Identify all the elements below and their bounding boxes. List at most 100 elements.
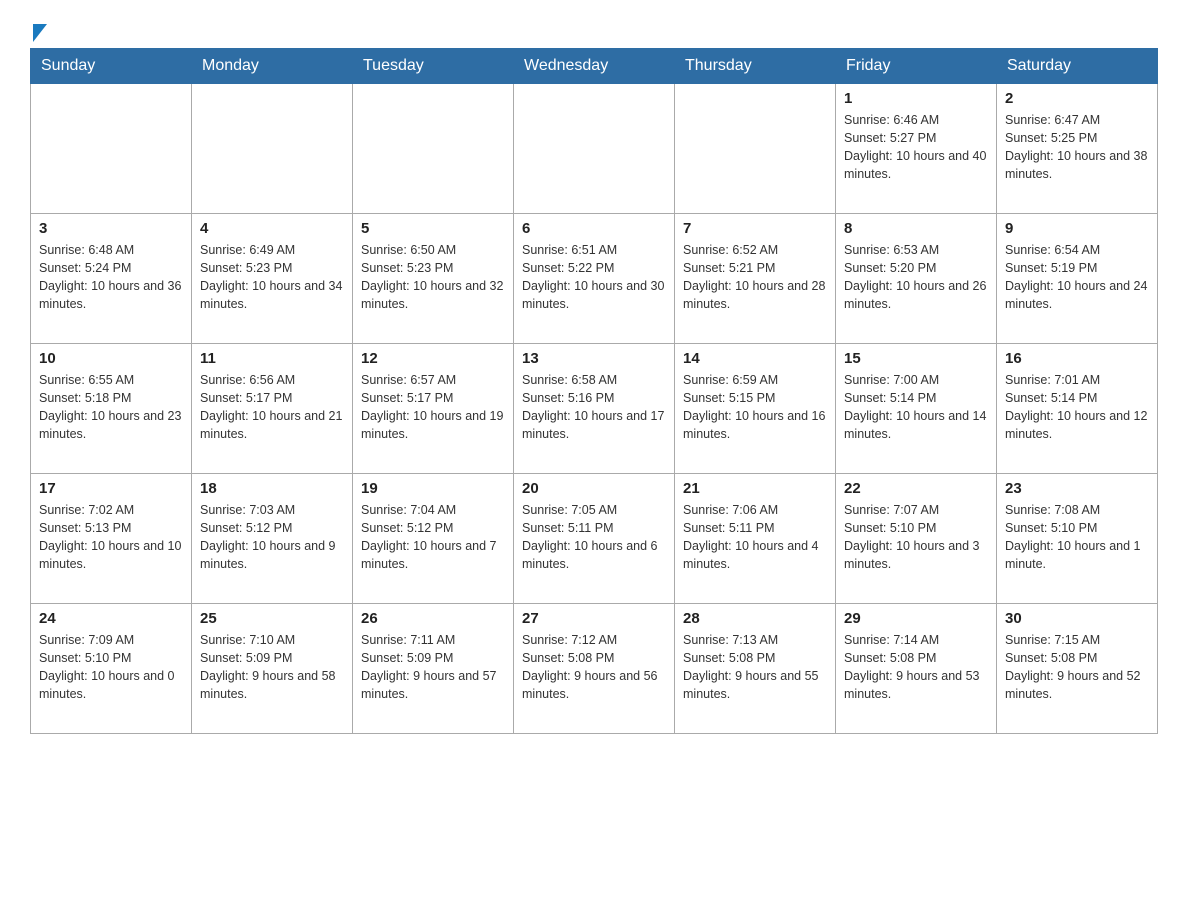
day-number: 23 bbox=[1005, 480, 1149, 497]
calendar-cell: 5 Sunrise: 6:50 AM Sunset: 5:23 PM Daylig… bbox=[353, 214, 514, 344]
weekday-header-monday: Monday bbox=[192, 49, 353, 84]
day-info: Sunrise: 6:57 AM Sunset: 5:17 PM Dayligh… bbox=[361, 371, 505, 444]
day-info: Sunrise: 7:10 AM Sunset: 5:09 PM Dayligh… bbox=[200, 631, 344, 704]
day-number: 5 bbox=[361, 220, 505, 237]
calendar-cell bbox=[514, 84, 675, 214]
day-number: 12 bbox=[361, 350, 505, 367]
day-number: 27 bbox=[522, 610, 666, 627]
day-info: Sunrise: 7:11 AM Sunset: 5:09 PM Dayligh… bbox=[361, 631, 505, 704]
day-number: 30 bbox=[1005, 610, 1149, 627]
day-number: 8 bbox=[844, 220, 988, 237]
day-number: 22 bbox=[844, 480, 988, 497]
calendar-cell: 28 Sunrise: 7:13 AM Sunset: 5:08 PM Dayli… bbox=[675, 604, 836, 734]
calendar-week-row: 10 Sunrise: 6:55 AM Sunset: 5:18 PM Dayli… bbox=[31, 344, 1158, 474]
day-number: 29 bbox=[844, 610, 988, 627]
calendar-cell: 14Sunrise: 6:59 AM Sunset: 5:15 PM Dayli… bbox=[675, 344, 836, 474]
day-info: Sunrise: 7:14 AM Sunset: 5:08 PM Dayligh… bbox=[844, 631, 988, 704]
day-number: 25 bbox=[200, 610, 344, 627]
day-number: 4 bbox=[200, 220, 344, 237]
weekday-header-wednesday: Wednesday bbox=[514, 49, 675, 84]
weekday-header-row: SundayMondayTuesdayWednesdayThursdayFrid… bbox=[31, 49, 1158, 84]
calendar-table: SundayMondayTuesdayWednesdayThursdayFrid… bbox=[30, 48, 1158, 734]
day-info: Sunrise: 6:46 AM Sunset: 5:27 PM Dayligh… bbox=[844, 111, 988, 184]
day-info: Sunrise: 7:01 AM Sunset: 5:14 PM Dayligh… bbox=[1005, 371, 1149, 444]
day-number: 15 bbox=[844, 350, 988, 367]
calendar-cell: 7 Sunrise: 6:52 AM Sunset: 5:21 PM Daylig… bbox=[675, 214, 836, 344]
day-number: 1 bbox=[844, 90, 988, 107]
calendar-cell: 6 Sunrise: 6:51 AM Sunset: 5:22 PM Daylig… bbox=[514, 214, 675, 344]
logo bbox=[30, 20, 58, 38]
day-info: Sunrise: 6:52 AM Sunset: 5:21 PM Dayligh… bbox=[683, 241, 827, 314]
calendar-cell: 29 Sunrise: 7:14 AM Sunset: 5:08 PM Dayli… bbox=[836, 604, 997, 734]
day-info: Sunrise: 6:51 AM Sunset: 5:22 PM Dayligh… bbox=[522, 241, 666, 314]
calendar-cell: 27Sunrise: 7:12 AM Sunset: 5:08 PM Dayli… bbox=[514, 604, 675, 734]
calendar-cell: 30 Sunrise: 7:15 AM Sunset: 5:08 PM Dayli… bbox=[997, 604, 1158, 734]
calendar-cell: 20Sunrise: 7:05 AM Sunset: 5:11 PM Dayli… bbox=[514, 474, 675, 604]
day-number: 26 bbox=[361, 610, 505, 627]
day-info: Sunrise: 6:59 AM Sunset: 5:15 PM Dayligh… bbox=[683, 371, 827, 444]
day-number: 21 bbox=[683, 480, 827, 497]
day-info: Sunrise: 7:02 AM Sunset: 5:13 PM Dayligh… bbox=[39, 501, 183, 574]
day-info: Sunrise: 6:56 AM Sunset: 5:17 PM Dayligh… bbox=[200, 371, 344, 444]
day-number: 16 bbox=[1005, 350, 1149, 367]
day-info: Sunrise: 7:00 AM Sunset: 5:14 PM Dayligh… bbox=[844, 371, 988, 444]
calendar-cell: 23 Sunrise: 7:08 AM Sunset: 5:10 PM Dayli… bbox=[997, 474, 1158, 604]
day-info: Sunrise: 7:15 AM Sunset: 5:08 PM Dayligh… bbox=[1005, 631, 1149, 704]
day-number: 6 bbox=[522, 220, 666, 237]
calendar-week-row: 1 Sunrise: 6:46 AM Sunset: 5:27 PM Daylig… bbox=[31, 84, 1158, 214]
day-number: 7 bbox=[683, 220, 827, 237]
calendar-cell: 1 Sunrise: 6:46 AM Sunset: 5:27 PM Daylig… bbox=[836, 84, 997, 214]
calendar-cell: 8Sunrise: 6:53 AM Sunset: 5:20 PM Daylig… bbox=[836, 214, 997, 344]
calendar-cell: 11 Sunrise: 6:56 AM Sunset: 5:17 PM Dayli… bbox=[192, 344, 353, 474]
calendar-cell: 25 Sunrise: 7:10 AM Sunset: 5:09 PM Dayli… bbox=[192, 604, 353, 734]
day-info: Sunrise: 6:58 AM Sunset: 5:16 PM Dayligh… bbox=[522, 371, 666, 444]
calendar-cell: 19Sunrise: 7:04 AM Sunset: 5:12 PM Dayli… bbox=[353, 474, 514, 604]
day-number: 10 bbox=[39, 350, 183, 367]
day-info: Sunrise: 6:48 AM Sunset: 5:24 PM Dayligh… bbox=[39, 241, 183, 314]
day-info: Sunrise: 7:13 AM Sunset: 5:08 PM Dayligh… bbox=[683, 631, 827, 704]
day-info: Sunrise: 6:47 AM Sunset: 5:25 PM Dayligh… bbox=[1005, 111, 1149, 184]
day-info: Sunrise: 7:09 AM Sunset: 5:10 PM Dayligh… bbox=[39, 631, 183, 704]
logo-triangle-icon bbox=[33, 24, 47, 42]
calendar-cell: 15 Sunrise: 7:00 AM Sunset: 5:14 PM Dayli… bbox=[836, 344, 997, 474]
day-info: Sunrise: 6:50 AM Sunset: 5:23 PM Dayligh… bbox=[361, 241, 505, 314]
day-number: 11 bbox=[200, 350, 344, 367]
calendar-cell: 9 Sunrise: 6:54 AM Sunset: 5:19 PM Daylig… bbox=[997, 214, 1158, 344]
calendar-cell: 16 Sunrise: 7:01 AM Sunset: 5:14 PM Dayli… bbox=[997, 344, 1158, 474]
calendar-cell: 3Sunrise: 6:48 AM Sunset: 5:24 PM Daylig… bbox=[31, 214, 192, 344]
day-number: 19 bbox=[361, 480, 505, 497]
calendar-cell: 2 Sunrise: 6:47 AM Sunset: 5:25 PM Daylig… bbox=[997, 84, 1158, 214]
weekday-header-friday: Friday bbox=[836, 49, 997, 84]
calendar-cell: 10 Sunrise: 6:55 AM Sunset: 5:18 PM Dayli… bbox=[31, 344, 192, 474]
calendar-week-row: 17 Sunrise: 7:02 AM Sunset: 5:13 PM Dayli… bbox=[31, 474, 1158, 604]
weekday-header-saturday: Saturday bbox=[997, 49, 1158, 84]
calendar-cell: 26 Sunrise: 7:11 AM Sunset: 5:09 PM Dayli… bbox=[353, 604, 514, 734]
calendar-cell bbox=[192, 84, 353, 214]
calendar-cell: 18Sunrise: 7:03 AM Sunset: 5:12 PM Dayli… bbox=[192, 474, 353, 604]
weekday-header-thursday: Thursday bbox=[675, 49, 836, 84]
calendar-cell bbox=[675, 84, 836, 214]
day-number: 24 bbox=[39, 610, 183, 627]
calendar-cell: 24 Sunrise: 7:09 AM Sunset: 5:10 PM Dayli… bbox=[31, 604, 192, 734]
weekday-header-tuesday: Tuesday bbox=[353, 49, 514, 84]
day-number: 9 bbox=[1005, 220, 1149, 237]
day-info: Sunrise: 6:55 AM Sunset: 5:18 PM Dayligh… bbox=[39, 371, 183, 444]
calendar-cell bbox=[31, 84, 192, 214]
day-info: Sunrise: 7:05 AM Sunset: 5:11 PM Dayligh… bbox=[522, 501, 666, 574]
calendar-cell: 4Sunrise: 6:49 AM Sunset: 5:23 PM Daylig… bbox=[192, 214, 353, 344]
calendar-week-row: 3Sunrise: 6:48 AM Sunset: 5:24 PM Daylig… bbox=[31, 214, 1158, 344]
day-info: Sunrise: 7:06 AM Sunset: 5:11 PM Dayligh… bbox=[683, 501, 827, 574]
calendar-cell: 13 Sunrise: 6:58 AM Sunset: 5:16 PM Dayli… bbox=[514, 344, 675, 474]
day-number: 18 bbox=[200, 480, 344, 497]
calendar-cell: 12 Sunrise: 6:57 AM Sunset: 5:17 PM Dayli… bbox=[353, 344, 514, 474]
day-info: Sunrise: 7:07 AM Sunset: 5:10 PM Dayligh… bbox=[844, 501, 988, 574]
day-info: Sunrise: 6:54 AM Sunset: 5:19 PM Dayligh… bbox=[1005, 241, 1149, 314]
day-number: 2 bbox=[1005, 90, 1149, 107]
header bbox=[30, 20, 1158, 38]
calendar-cell: 21 Sunrise: 7:06 AM Sunset: 5:11 PM Dayli… bbox=[675, 474, 836, 604]
day-number: 17 bbox=[39, 480, 183, 497]
day-number: 28 bbox=[683, 610, 827, 627]
day-info: Sunrise: 7:08 AM Sunset: 5:10 PM Dayligh… bbox=[1005, 501, 1149, 574]
day-number: 13 bbox=[522, 350, 666, 367]
weekday-header-sunday: Sunday bbox=[31, 49, 192, 84]
